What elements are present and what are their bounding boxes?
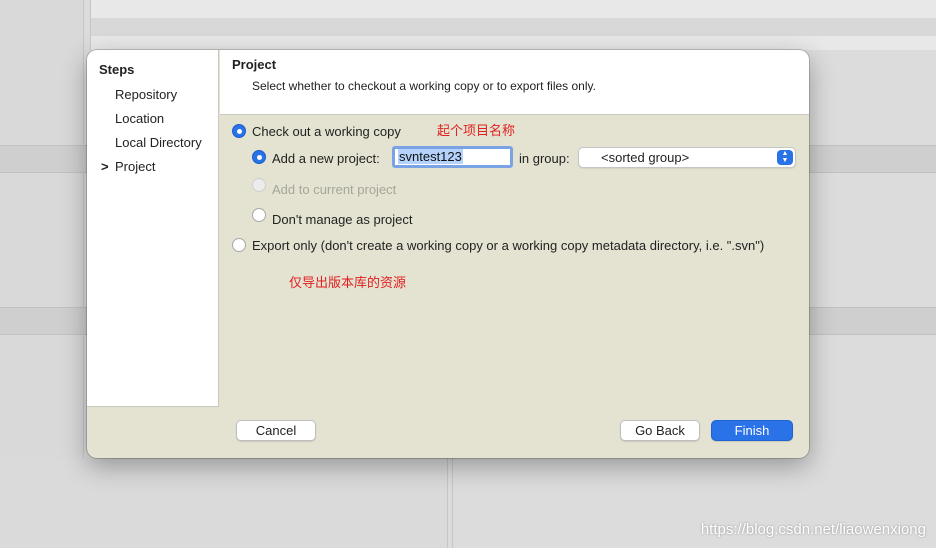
add-new-project-label[interactable]: Add a new project: — [272, 151, 380, 166]
step-project: Project — [115, 159, 156, 174]
add-new-project-radio[interactable] — [252, 150, 266, 164]
group-select-value: <sorted group> — [601, 150, 690, 165]
annotation-project-name: 起个项目名称 — [437, 123, 516, 138]
step-subtitle: Select whether to checkout a working cop… — [252, 79, 596, 93]
project-name-input[interactable]: svntest123 — [392, 146, 513, 168]
step-local-directory: Local Directory — [115, 135, 202, 150]
checkout-label[interactable]: Check out a working copy — [252, 124, 401, 139]
background-lower-pane — [0, 458, 448, 548]
step-repository: Repository — [115, 87, 178, 102]
current-step-chevron-icon: > — [101, 159, 109, 174]
background-list — [90, 0, 936, 50]
step-title: Project — [232, 57, 277, 72]
annotation-export-note: 仅导出版本库的资源 — [289, 275, 407, 290]
watermark: https://blog.csdn.net/liaowenxiong — [700, 521, 926, 538]
add-current-project-radio — [252, 178, 266, 192]
select-arrows-icon: ▲ ▼ — [777, 150, 793, 165]
export-only-label[interactable]: Export only (don't create a working copy… — [252, 238, 764, 253]
step-location: Location — [115, 111, 165, 126]
group-select[interactable]: <sorted group> ▲ ▼ — [578, 147, 796, 168]
in-group-label: in group: — [519, 151, 570, 166]
dont-manage-radio[interactable] — [252, 208, 266, 222]
go-back-button[interactable]: Go Back — [620, 420, 700, 441]
cancel-button[interactable]: Cancel — [236, 420, 316, 441]
checkout-dialog: Steps Repository Location Local Director… — [87, 50, 809, 458]
steps-sidebar: Steps Repository Location Local Director… — [87, 50, 219, 407]
step-header: Project Select whether to checkout a wor… — [220, 50, 809, 115]
finish-button[interactable]: Finish — [711, 420, 793, 441]
export-only-radio[interactable] — [232, 238, 246, 252]
add-current-project-label: Add to current project — [272, 182, 397, 197]
project-name-value: svntest123 — [398, 149, 463, 164]
steps-title: Steps — [99, 62, 135, 77]
checkout-radio[interactable] — [232, 124, 246, 138]
dont-manage-label[interactable]: Don't manage as project — [272, 212, 413, 227]
